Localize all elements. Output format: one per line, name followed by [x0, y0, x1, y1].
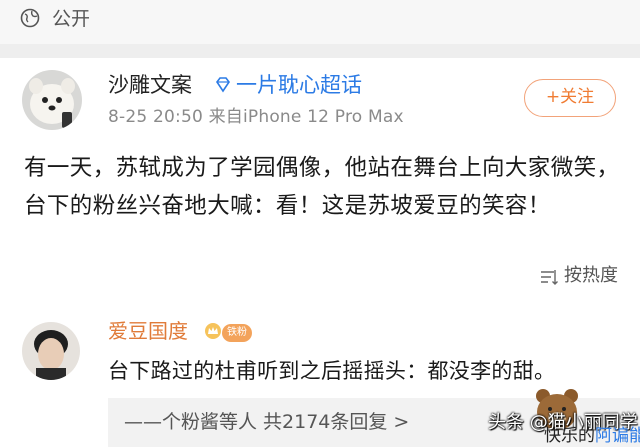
sort-icon[interactable] [540, 268, 558, 286]
visibility-label: 公开 [52, 8, 91, 30]
commenter-name[interactable]: 爱豆国度 [108, 318, 188, 344]
commenter-avatar[interactable] [22, 322, 80, 380]
post-meta: 8-25 20:50 来自iPhone 12 Pro Max [108, 107, 404, 127]
crown-icon [205, 323, 221, 339]
section-divider [0, 44, 640, 58]
replies-link[interactable]: ——个粉酱等人 共2174条回复 > [124, 410, 409, 434]
sort-label[interactable]: 按热度 [564, 264, 618, 288]
post-body: 有一天，苏轼成为了学园偶像，他站在舞台上向大家微笑，台下的粉丝兴奋地大喊：看！这… [24, 155, 620, 219]
follow-button[interactable]: +关注 [524, 79, 616, 117]
globe-icon [20, 8, 40, 28]
diamond-icon [216, 77, 230, 93]
watermark-credit: 快乐的阿谝能 [544, 426, 640, 446]
author-avatar[interactable] [22, 70, 82, 130]
fan-badge: 铁粉 [222, 324, 252, 342]
author-name[interactable]: 沙雕文案 [108, 72, 192, 98]
supertopic-link[interactable]: 一片耽心超话 [236, 72, 362, 98]
visibility-bar: 公开 [0, 0, 640, 44]
comment-body: 台下路过的杜甫听到之后摇摇头：都没李的甜。 [108, 359, 556, 383]
